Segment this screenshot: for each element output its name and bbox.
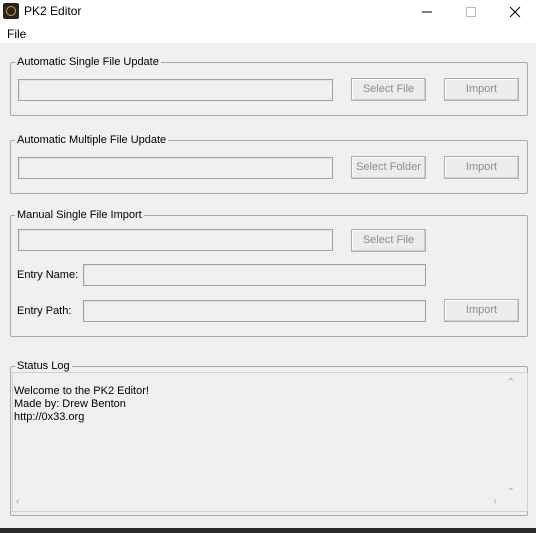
- scroll-right-icon[interactable]: ›: [494, 496, 497, 507]
- close-button[interactable]: [492, 0, 536, 24]
- manual-import-button[interactable]: Import: [444, 299, 519, 322]
- menu-bar: File: [0, 24, 536, 43]
- title-bar[interactable]: PK2 Editor: [0, 0, 536, 24]
- multiple-import-button[interactable]: Import: [444, 156, 519, 179]
- scroll-left-icon[interactable]: ‹: [16, 496, 19, 507]
- single-select-file-button[interactable]: Select File: [351, 78, 426, 101]
- entry-name-field[interactable]: [83, 264, 426, 286]
- multiple-folder-path-field[interactable]: [18, 157, 333, 179]
- manual-import-legend: Manual Single File Import: [17, 209, 142, 221]
- scroll-down-icon[interactable]: ⌄: [507, 482, 515, 493]
- single-file-update-legend: Automatic Single File Update: [17, 56, 159, 68]
- manual-file-path-field[interactable]: [18, 229, 333, 251]
- log-line: Welcome to the PK2 Editor!: [14, 385, 149, 397]
- window-bottom-edge: [0, 528, 536, 533]
- status-log-legend: Status Log: [17, 360, 70, 372]
- window-title: PK2 Editor: [24, 4, 82, 18]
- close-icon: [509, 6, 521, 18]
- pk2-app-icon[interactable]: [3, 3, 19, 19]
- menu-file[interactable]: File: [7, 27, 26, 41]
- maximize-button[interactable]: [448, 0, 494, 24]
- select-folder-button[interactable]: Select Folder: [351, 156, 426, 179]
- status-log-textarea[interactable]: Welcome to the PK2 Editor! Made by: Drew…: [12, 372, 528, 512]
- multiple-file-update-legend: Automatic Multiple File Update: [17, 134, 167, 146]
- entry-name-label: Entry Name:: [17, 269, 79, 281]
- single-import-button[interactable]: Import: [444, 78, 519, 101]
- single-file-path-field[interactable]: [18, 79, 333, 101]
- maximize-icon: [466, 7, 476, 17]
- minimize-button[interactable]: [404, 0, 450, 24]
- scroll-up-icon[interactable]: ⌃: [507, 377, 515, 388]
- status-log-content: Welcome to the PK2 Editor! Made by: Drew…: [14, 385, 149, 424]
- minimize-icon: [422, 11, 432, 13]
- log-line: Made by: Drew Benton: [14, 398, 126, 410]
- entry-path-label: Entry Path:: [17, 305, 72, 317]
- entry-path-field[interactable]: [83, 300, 426, 322]
- log-line: http://0x33.org: [14, 411, 85, 423]
- manual-select-file-button[interactable]: Select File: [351, 229, 426, 252]
